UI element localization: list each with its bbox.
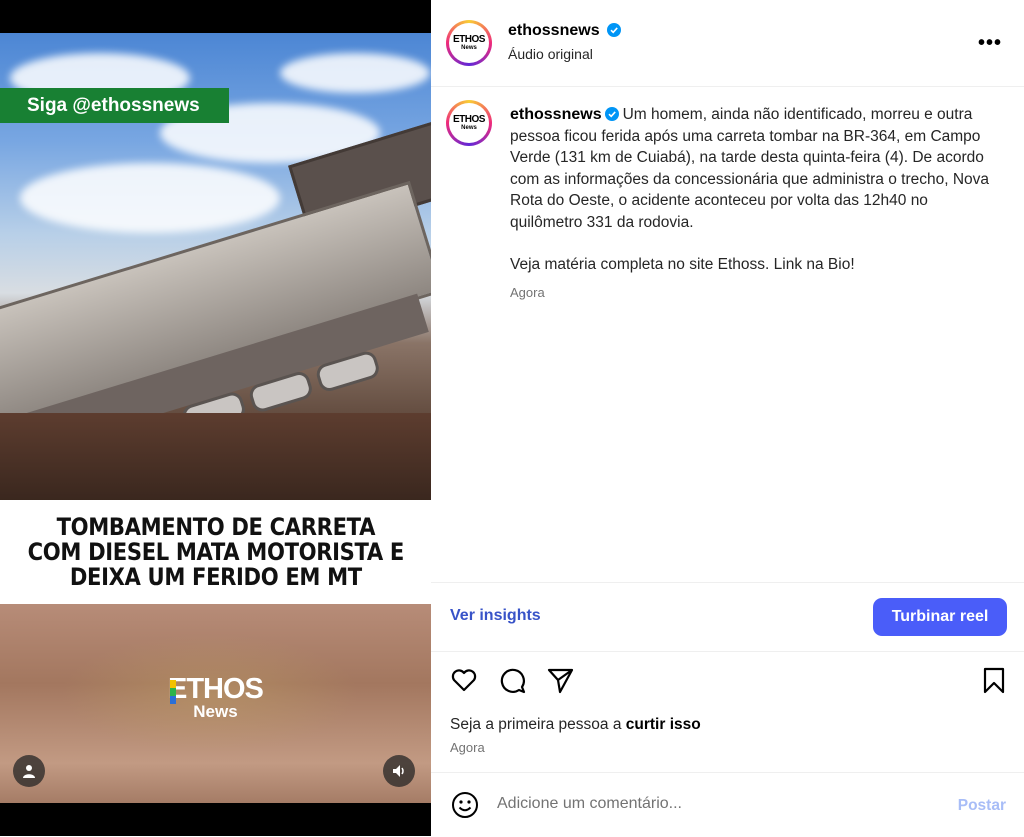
header-username-row: ethossnews (508, 22, 622, 40)
video-headline: TOMBAMENTO DE CARRETA COM DIESEL MATA MO… (0, 500, 431, 604)
caption-avatar[interactable]: ETHOS News (446, 100, 492, 146)
view-insights-link[interactable]: Ver insights (450, 607, 541, 625)
post-timestamp: Agora (450, 740, 485, 755)
tagged-users-button[interactable] (13, 755, 45, 787)
boost-reel-button[interactable]: Turbinar reel (873, 598, 1007, 636)
comment-bar: Postar (431, 772, 1024, 837)
post-panel: ETHOS News ethossnews Áudio original •••… (431, 0, 1024, 836)
likes-text: Seja a primeira pessoa a curtir isso (450, 716, 701, 734)
comment-icon (500, 668, 526, 694)
like-this-link[interactable]: curtir isso (626, 716, 701, 733)
post-header: ETHOS News ethossnews Áudio original ••• (431, 0, 1024, 87)
save-button[interactable] (979, 665, 1009, 700)
caption-text: Um homem, ainda não identificado, morreu… (510, 106, 990, 231)
audio-toggle-button[interactable] (383, 755, 415, 787)
likes-prefix: Seja a primeira pessoa a (450, 716, 626, 733)
emoji-icon[interactable] (451, 791, 479, 819)
reel-media[interactable]: Siga @ethossnews TOMBAMENTO DE CARRETA C… (0, 0, 431, 836)
caption: ethossnews Um homem, ainda não identifica… (510, 104, 1000, 276)
person-icon (23, 765, 35, 778)
avatar-text: ETHOS (453, 33, 485, 45)
verified-badge-icon (607, 23, 622, 37)
caption-username[interactable]: ethossnews (510, 106, 602, 123)
bookmark-icon (983, 667, 1005, 694)
caption-avatar-text: ETHOS (453, 113, 485, 125)
avatar-subtext: News (461, 44, 477, 51)
send-icon (547, 668, 574, 694)
follow-banner: Siga @ethossnews (0, 88, 229, 123)
more-options-icon[interactable]: ••• (978, 32, 1002, 55)
caption-verified-badge-icon (604, 107, 619, 121)
avatar[interactable]: ETHOS News (446, 20, 492, 66)
caption-timestamp: Agora (510, 285, 545, 300)
share-button[interactable] (545, 665, 575, 700)
original-audio-link[interactable]: Áudio original (508, 46, 593, 62)
post-comment-button[interactable]: Postar (958, 797, 1006, 815)
ethos-watermark: ETHOS News (168, 673, 264, 722)
video-frame[interactable]: Siga @ethossnews TOMBAMENTO DE CARRETA C… (0, 33, 431, 803)
insights-bar: Ver insights Turbinar reel (431, 582, 1024, 652)
speaker-icon (393, 765, 404, 777)
header-username[interactable]: ethossnews (508, 22, 600, 39)
caption-text-2: Veja matéria completa no site Ethoss. Li… (510, 256, 855, 273)
like-button[interactable] (449, 665, 479, 700)
caption-avatar-subtext: News (461, 124, 477, 131)
comment-input[interactable] (497, 795, 897, 813)
video-headline-text: TOMBAMENTO DE CARRETA COM DIESEL MATA MO… (27, 512, 404, 591)
comment-button[interactable] (497, 665, 527, 700)
heart-icon (451, 669, 477, 692)
